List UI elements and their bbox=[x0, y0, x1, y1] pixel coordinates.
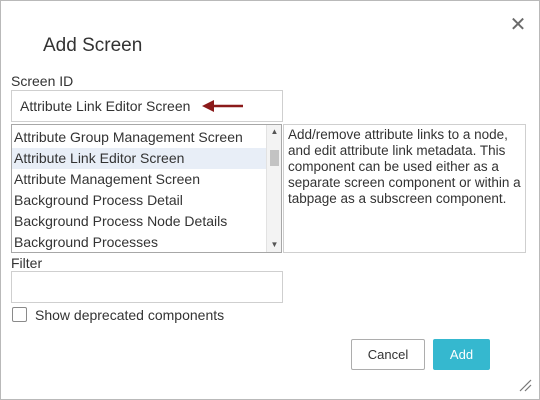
left-arrow-annotation-icon bbox=[202, 100, 243, 112]
list-item[interactable]: Background Process Node Details bbox=[12, 211, 266, 232]
list-item[interactable]: Attribute Group Management Screen bbox=[12, 127, 266, 148]
resize-grip-icon[interactable] bbox=[518, 378, 532, 392]
scroll-down-icon[interactable]: ▼ bbox=[267, 238, 281, 252]
component-list: Attribute Group Management Screen Attribu… bbox=[12, 127, 266, 252]
close-icon: ✕ bbox=[509, 14, 527, 36]
scrollbar-thumb[interactable] bbox=[270, 150, 279, 166]
list-item[interactable]: Attribute Link Editor Screen bbox=[12, 148, 266, 169]
component-listbox[interactable]: Attribute Group Management Screen Attribu… bbox=[11, 124, 282, 253]
list-item[interactable]: Background Processes bbox=[12, 232, 266, 252]
filter-label: Filter bbox=[11, 255, 43, 271]
component-description: Add/remove attribute links to a node, an… bbox=[283, 124, 526, 253]
show-deprecated-label: Show deprecated components bbox=[35, 307, 225, 323]
scroll-up-icon[interactable]: ▲ bbox=[267, 125, 281, 139]
list-item[interactable]: Background Process Detail bbox=[12, 190, 266, 211]
cancel-button[interactable]: Cancel bbox=[351, 339, 425, 370]
add-screen-dialog: ✕ Add Screen Screen ID Attribute Link Ed… bbox=[0, 0, 540, 400]
screen-id-label: Screen ID bbox=[11, 73, 74, 89]
list-scrollbar[interactable]: ▲ ▼ bbox=[266, 125, 281, 252]
add-button[interactable]: Add bbox=[433, 339, 490, 370]
show-deprecated-checkbox[interactable] bbox=[12, 307, 27, 322]
filter-input[interactable] bbox=[11, 271, 283, 303]
list-item[interactable]: Attribute Management Screen bbox=[12, 169, 266, 190]
close-button[interactable]: ✕ bbox=[508, 14, 528, 36]
dialog-title: Add Screen bbox=[43, 35, 143, 56]
